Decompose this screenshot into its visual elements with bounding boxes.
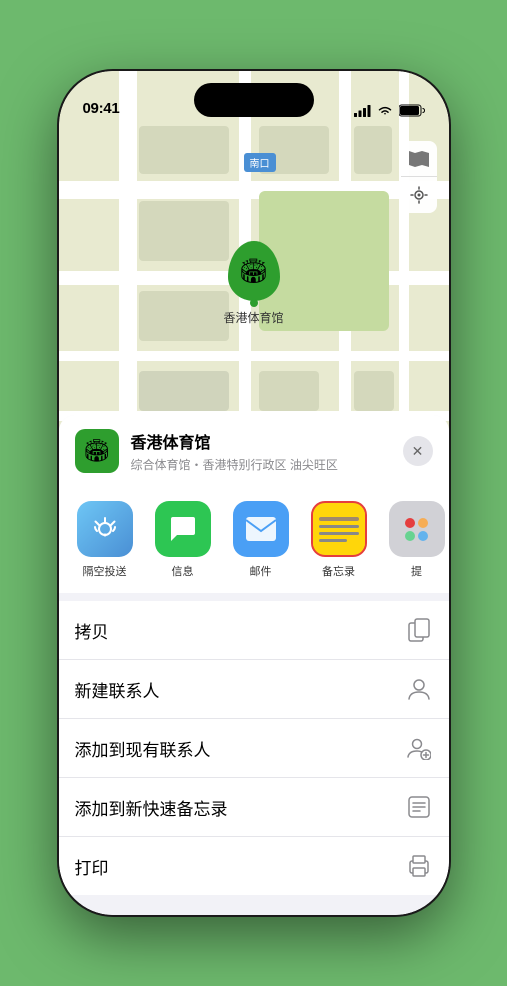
quick-note-label: 添加到新快速备忘录 xyxy=(75,795,405,820)
wifi-icon xyxy=(377,105,393,117)
section-divider xyxy=(59,593,449,601)
print-icon xyxy=(405,852,433,880)
mail-icon xyxy=(233,501,289,557)
share-airdrop[interactable]: 隔空投送 xyxy=(69,501,141,579)
share-row: 隔空投送 信息 xyxy=(59,487,449,593)
venue-subtitle: 综合体育馆・香港特别行政区 油尖旺区 xyxy=(131,456,403,473)
venue-pin: 🏟 香港体育馆 xyxy=(223,241,283,326)
notes-icon xyxy=(311,501,367,557)
action-add-contact[interactable]: 添加到现有联系人 xyxy=(59,719,449,778)
copy-label: 拷贝 xyxy=(75,618,405,643)
venue-thumbnail: 🏟 xyxy=(75,429,119,473)
messages-label: 信息 xyxy=(172,563,194,579)
action-quick-note[interactable]: 添加到新快速备忘录 xyxy=(59,778,449,837)
airdrop-label: 隔空投送 xyxy=(83,563,127,579)
pin-label: 香港体育馆 xyxy=(223,309,283,326)
action-new-contact[interactable]: 新建联系人 xyxy=(59,660,449,719)
copy-icon xyxy=(405,616,433,644)
share-mail[interactable]: 邮件 xyxy=(225,501,297,579)
mail-label: 邮件 xyxy=(250,563,272,579)
action-print[interactable]: 打印 xyxy=(59,837,449,895)
more-label: 提 xyxy=(411,563,422,579)
action-copy[interactable]: 拷贝 xyxy=(59,601,449,660)
map-controls xyxy=(401,141,437,213)
dynamic-island xyxy=(194,83,314,117)
new-contact-label: 新建联系人 xyxy=(75,677,405,702)
share-notes[interactable]: 备忘录 xyxy=(303,501,375,579)
bottom-sheet: 🏟 香港体育馆 综合体育馆・香港特别行政区 油尖旺区 ✕ xyxy=(59,415,449,915)
venue-info: 香港体育馆 综合体育馆・香港特别行政区 油尖旺区 xyxy=(131,429,403,473)
map-type-button[interactable] xyxy=(401,141,437,177)
close-button[interactable]: ✕ xyxy=(403,436,433,466)
person-add-icon xyxy=(405,734,433,762)
notes-label: 备忘录 xyxy=(322,563,355,579)
pin-stadium-icon: 🏟 xyxy=(238,257,268,286)
signal-icon xyxy=(354,105,371,117)
more-icon xyxy=(389,501,445,557)
note-icon xyxy=(405,793,433,821)
action-list: 拷贝 新建联系人 xyxy=(59,601,449,895)
battery-icon xyxy=(399,104,425,117)
location-button[interactable] xyxy=(401,177,437,213)
airdrop-icon xyxy=(77,501,133,557)
print-label: 打印 xyxy=(75,854,405,879)
share-more[interactable]: 提 xyxy=(381,501,449,579)
map-label: 南口 xyxy=(244,153,276,172)
person-icon xyxy=(405,675,433,703)
venue-name: 香港体育馆 xyxy=(131,429,403,453)
messages-icon xyxy=(155,501,211,557)
status-icons xyxy=(354,104,425,117)
status-time: 09:41 xyxy=(83,100,120,117)
add-contact-label: 添加到现有联系人 xyxy=(75,736,405,761)
close-icon: ✕ xyxy=(412,443,424,460)
venue-header: 🏟 香港体育馆 综合体育馆・香港特别行政区 油尖旺区 ✕ xyxy=(59,415,449,487)
share-messages[interactable]: 信息 xyxy=(147,501,219,579)
